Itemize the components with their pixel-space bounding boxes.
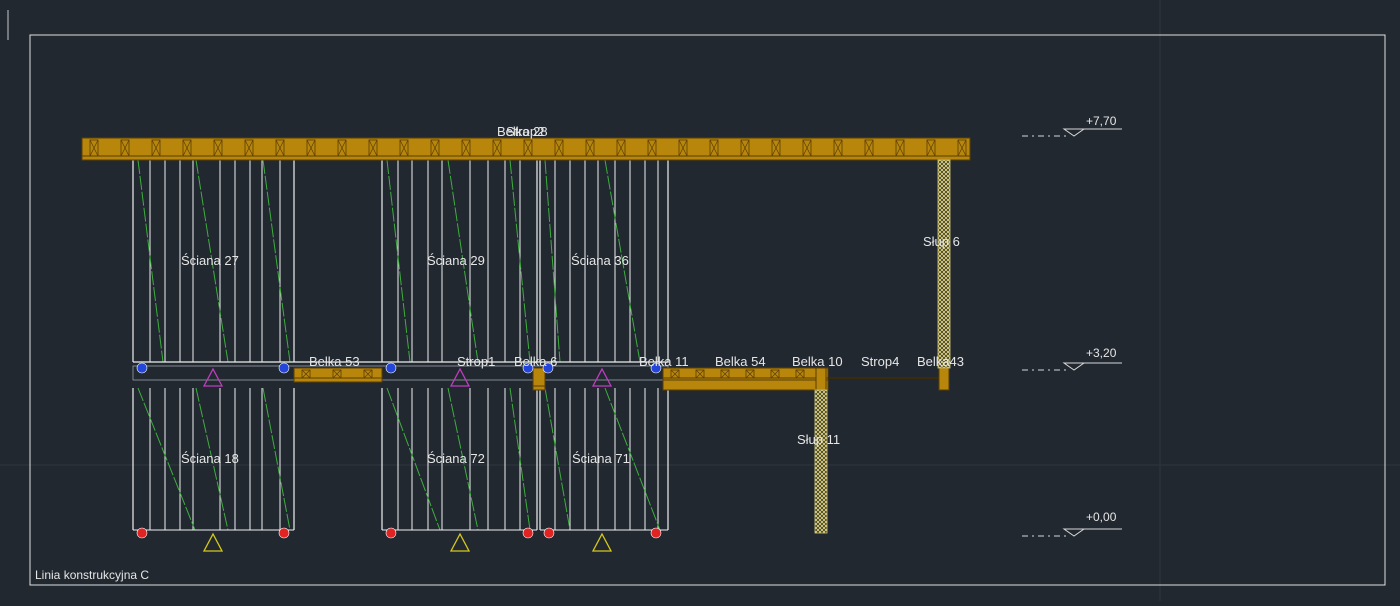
label-wall-72[interactable]: Ściana 72 [427, 452, 485, 466]
label-beam-53[interactable]: Belka 53 [309, 355, 360, 369]
support-red-0 [136, 527, 148, 539]
frame-caption: Linia konstrukcyjna C [35, 568, 150, 582]
beam-28-slab-2 [81, 137, 971, 161]
beam-11 [662, 379, 829, 391]
beam-53 [293, 367, 383, 383]
label-beam-10[interactable]: Belka 10 [792, 355, 843, 369]
support-red-5 [650, 527, 662, 539]
drawing-viewport[interactable]: Belka 28 Strop2 Ściana 27 Ściana 29 Ścia… [0, 0, 1400, 601]
support-red-2 [385, 527, 397, 539]
load-marker-0 [202, 367, 224, 387]
sheet-frame [29, 34, 1386, 586]
support-red-3 [522, 527, 534, 539]
beam-6 [532, 367, 546, 391]
label-wall-71[interactable]: Ściana 71 [572, 452, 630, 466]
label-beam-43[interactable]: Belka43 [917, 355, 964, 369]
base-marker-1 [449, 532, 471, 552]
level-marker-2 [1022, 528, 1122, 537]
label-wall-18[interactable]: Ściana 18 [181, 452, 239, 466]
level-label-mid[interactable]: +3,20 [1086, 347, 1116, 360]
load-marker-2 [591, 367, 613, 387]
load-marker-1 [449, 367, 471, 387]
support-blue-1 [278, 362, 290, 374]
beam-10 [815, 367, 827, 391]
label-wall-27[interactable]: Ściana 27 [181, 254, 239, 268]
level-marker-1 [1022, 362, 1122, 371]
support-blue-0 [136, 362, 148, 374]
column-11 [814, 389, 828, 534]
label-slab-2[interactable]: Strop2 [506, 125, 544, 139]
support-red-1 [278, 527, 290, 539]
level-label-ground[interactable]: +0,00 [1086, 511, 1116, 524]
level-marker-0 [1022, 128, 1122, 137]
label-wall-36[interactable]: Ściana 36 [571, 254, 629, 268]
label-beam-6[interactable]: Belka 6 [514, 355, 557, 369]
label-beam-11[interactable]: Belka 11 [639, 355, 689, 369]
level-label-top[interactable]: +7,70 [1086, 115, 1116, 128]
beam-43 [938, 367, 950, 391]
base-marker-2 [591, 532, 613, 552]
label-column-6[interactable]: Słup 6 [923, 235, 960, 249]
label-column-11[interactable]: Słup 11 [797, 433, 840, 447]
label-slab-1[interactable]: Strop1 [457, 355, 495, 369]
structural-elevation-drawing[interactable] [0, 0, 1400, 601]
base-marker-0 [202, 532, 224, 552]
support-red-4 [543, 527, 555, 539]
label-beam-54[interactable]: Belka 54 [715, 355, 766, 369]
label-wall-29[interactable]: Ściana 29 [427, 254, 485, 268]
label-slab-4[interactable]: Strop4 [861, 355, 899, 369]
column-6 [937, 159, 951, 369]
support-blue-2 [385, 362, 397, 374]
